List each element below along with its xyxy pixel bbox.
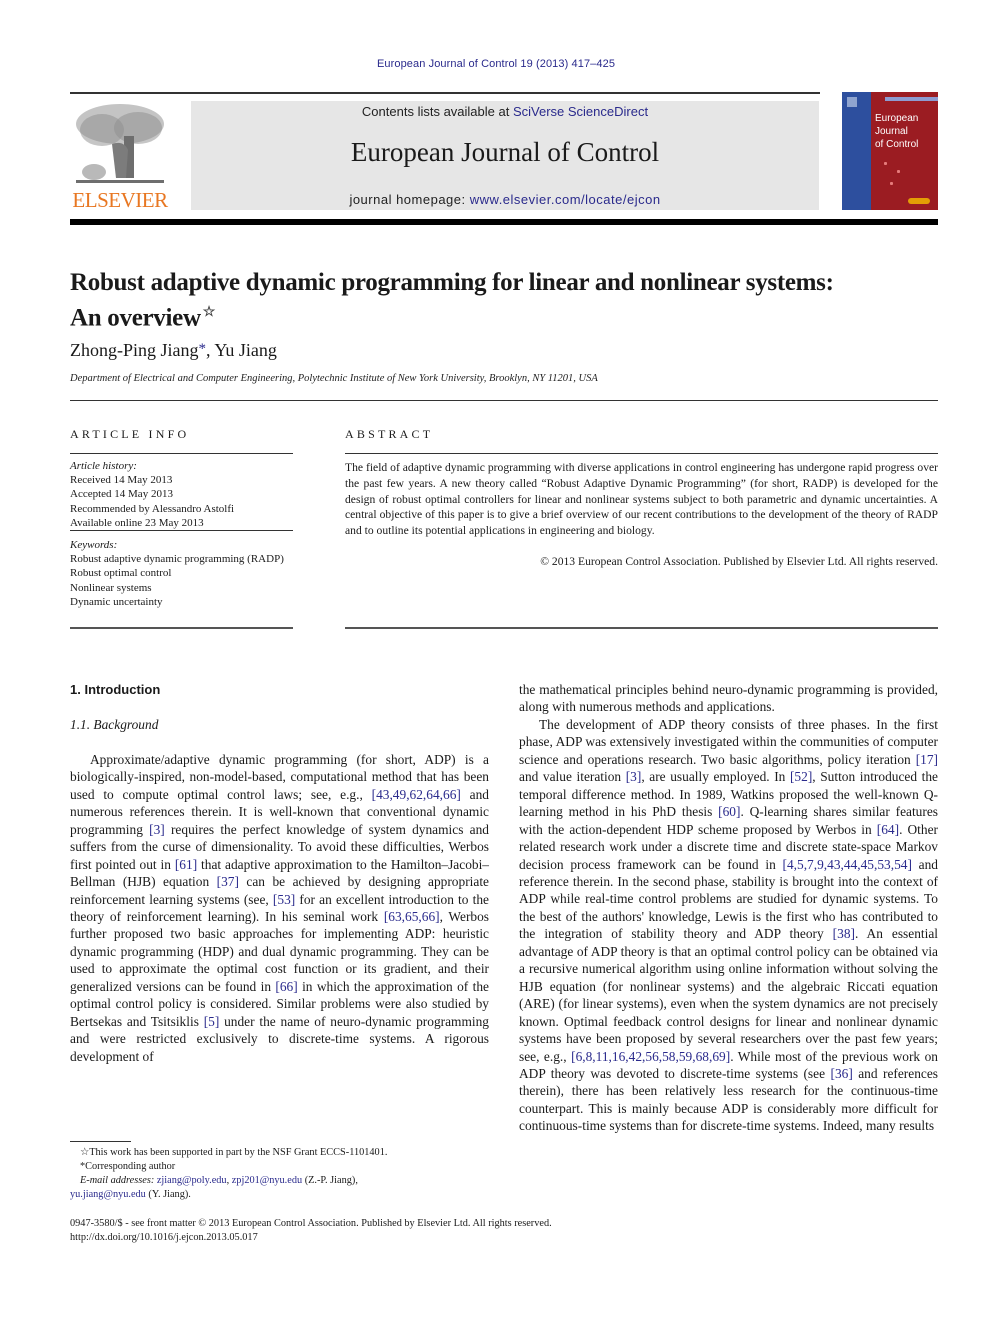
- imprint: 0947-3580/$ - see front matter © 2013 Eu…: [70, 1217, 930, 1245]
- body-paragraph: The development of ADP theory consists o…: [519, 716, 939, 1134]
- elsevier-logo[interactable]: ELSEVIER: [70, 100, 170, 212]
- email-link[interactable]: yu.jiang@nyu.edu: [70, 1189, 146, 1200]
- footnote-star-icon: ☆: [80, 1147, 90, 1158]
- cover-title: European Journal of Control: [875, 112, 918, 151]
- journal-homepage-link[interactable]: www.elsevier.com/locate/ejcon: [470, 192, 661, 207]
- keyword-item: Robust optimal control: [70, 567, 172, 580]
- citation-link[interactable]: [53]: [273, 892, 295, 907]
- divider: [70, 627, 293, 629]
- history-item: Recommended by Alessandro Astolfi: [70, 502, 235, 515]
- masthead-box: Contents lists available at SciVerse Sci…: [191, 101, 819, 210]
- citation-link[interactable]: [60]: [718, 804, 740, 819]
- body-column-left: 1. Introduction 1.1. Background Approxim…: [70, 681, 489, 1065]
- title-line-2: An overview: [70, 304, 201, 332]
- title-footnote-star-icon[interactable]: ☆: [203, 305, 216, 320]
- author-list: Zhong-Ping Jiang*, Yu Jiang: [70, 340, 277, 361]
- imprint-copyright: 0947-3580/$ - see front matter © 2013 Eu…: [70, 1218, 552, 1229]
- cover-decoration: [897, 170, 900, 173]
- citation-link[interactable]: [5]: [204, 1014, 220, 1029]
- history-item: Available online 23 May 2013: [70, 516, 204, 529]
- citation-link[interactable]: [3]: [626, 769, 642, 784]
- journal-cover-image[interactable]: European Journal of Control: [842, 92, 938, 210]
- citation-link[interactable]: [66]: [275, 979, 297, 994]
- doi-link[interactable]: http://dx.doi.org/10.1016/j.ejcon.2013.0…: [70, 1231, 930, 1245]
- body-paragraph: Approximate/adaptive dynamic programming…: [70, 751, 490, 1064]
- article-history-label: Article history:: [70, 460, 137, 472]
- cover-bar: [885, 97, 938, 101]
- footnotes: ☆This work has been supported in part by…: [70, 1146, 490, 1202]
- citation-link[interactable]: [52]: [790, 769, 812, 784]
- masthead-top-rule: [70, 92, 820, 94]
- homepage-prefix: journal homepage:: [349, 192, 470, 207]
- corresponding-author-mark[interactable]: *: [199, 341, 207, 357]
- author-name[interactable]: Yu Jiang: [214, 340, 277, 360]
- contents-line: Contents lists available at SciVerse Sci…: [191, 104, 819, 119]
- corresponding-text: Corresponding author: [85, 1161, 176, 1172]
- cover-emblem-icon: [847, 97, 857, 107]
- citation-link[interactable]: [64]: [877, 822, 899, 837]
- cover-blue-stripe: [842, 92, 871, 210]
- contents-prefix: Contents lists available at: [361, 104, 513, 119]
- citation-link[interactable]: [63,65,66]: [384, 909, 440, 924]
- abstract-heading: ABSTRACT: [345, 427, 434, 441]
- citation-link[interactable]: [36]: [830, 1066, 852, 1081]
- article-title: Robust adaptive dynamic programming for …: [70, 268, 930, 333]
- divider: [70, 400, 938, 401]
- journal-name: European Journal of Control: [350, 137, 660, 167]
- body-column-right: the mathematical principles behind neuro…: [519, 681, 938, 1135]
- keyword-item: Dynamic uncertainty: [70, 595, 163, 608]
- divider: [345, 627, 938, 629]
- citation-link[interactable]: [43,49,62,64,66]: [372, 787, 461, 802]
- email-owner: (Y. Jiang).: [145, 1189, 191, 1200]
- corresponding-footnote: *Corresponding author: [70, 1160, 490, 1174]
- cover-decoration: [890, 182, 893, 185]
- abstract-copyright: © 2013 European Control Association. Pub…: [540, 555, 938, 568]
- masthead-bottom-rule: [70, 219, 938, 225]
- email-link[interactable]: zpj201@nyu.edu: [232, 1175, 302, 1186]
- article-info-heading: ARTICLE INFO: [70, 427, 190, 441]
- title-line-1: Robust adaptive dynamic programming for …: [70, 269, 834, 296]
- keywords-label: Keywords:: [70, 539, 118, 551]
- history-item: Accepted 14 May 2013: [70, 488, 173, 501]
- elsevier-wordmark: ELSEVIER: [72, 188, 168, 212]
- running-head[interactable]: European Journal of Control 19 (2013) 41…: [0, 58, 992, 70]
- keywords: Keywords: Robust adaptive dynamic progra…: [70, 538, 293, 609]
- citation-link[interactable]: [38]: [833, 926, 855, 941]
- email-owner: (Z.-P. Jiang),: [302, 1175, 358, 1186]
- sciencedirect-link[interactable]: SciVerse ScienceDirect: [513, 104, 648, 119]
- cover-title-line: European: [875, 113, 919, 124]
- funding-text: This work has been supported in part by …: [89, 1147, 388, 1158]
- keyword-item: Robust adaptive dynamic programming (RAD…: [70, 553, 284, 566]
- homepage-line: journal homepage: www.elsevier.com/locat…: [191, 192, 819, 207]
- body-paragraph: the mathematical principles behind neuro…: [519, 682, 938, 715]
- footnote-rule: [70, 1141, 131, 1142]
- citation-link[interactable]: [37]: [217, 874, 239, 889]
- keyword-item: Nonlinear systems: [70, 581, 152, 594]
- divider: [345, 453, 938, 454]
- email-footnote: E-mail addresses: zjiang@poly.edu, zpj20…: [70, 1174, 490, 1188]
- section-heading: 1. Introduction: [70, 682, 161, 697]
- citation-link[interactable]: [4,5,7,9,43,44,45,53,54]: [783, 857, 912, 872]
- citation-link[interactable]: [61]: [175, 857, 197, 872]
- divider: [70, 530, 293, 531]
- article-history: Article history: Received 14 May 2013 Ac…: [70, 459, 293, 530]
- elsevier-tree-icon: [76, 104, 164, 183]
- cover-decoration: [884, 162, 887, 165]
- cover-title-line: of Control: [875, 139, 919, 150]
- subsection-heading: 1.1. Background: [70, 717, 159, 733]
- email-label: E-mail addresses:: [80, 1175, 157, 1186]
- history-item: Received 14 May 2013: [70, 474, 173, 487]
- author-name[interactable]: Zhong-Ping Jiang: [70, 340, 199, 360]
- citation-link[interactable]: [3]: [149, 822, 165, 837]
- citation-link[interactable]: [6,8,11,16,42,56,58,59,68,69]: [571, 1049, 730, 1064]
- email-link[interactable]: zjiang@poly.edu: [157, 1175, 227, 1186]
- funding-footnote: ☆This work has been supported in part by…: [70, 1146, 490, 1160]
- email-footnote-cont: yu.jiang@nyu.edu (Y. Jiang).: [70, 1188, 490, 1202]
- citation-link[interactable]: [17]: [916, 752, 938, 767]
- cover-title-line: Journal: [875, 126, 908, 137]
- abstract-text: The field of adaptive dynamic programmin…: [345, 461, 938, 538]
- divider: [70, 453, 293, 454]
- affiliation: Department of Electrical and Computer En…: [70, 373, 598, 384]
- cover-badge-icon: [908, 198, 930, 204]
